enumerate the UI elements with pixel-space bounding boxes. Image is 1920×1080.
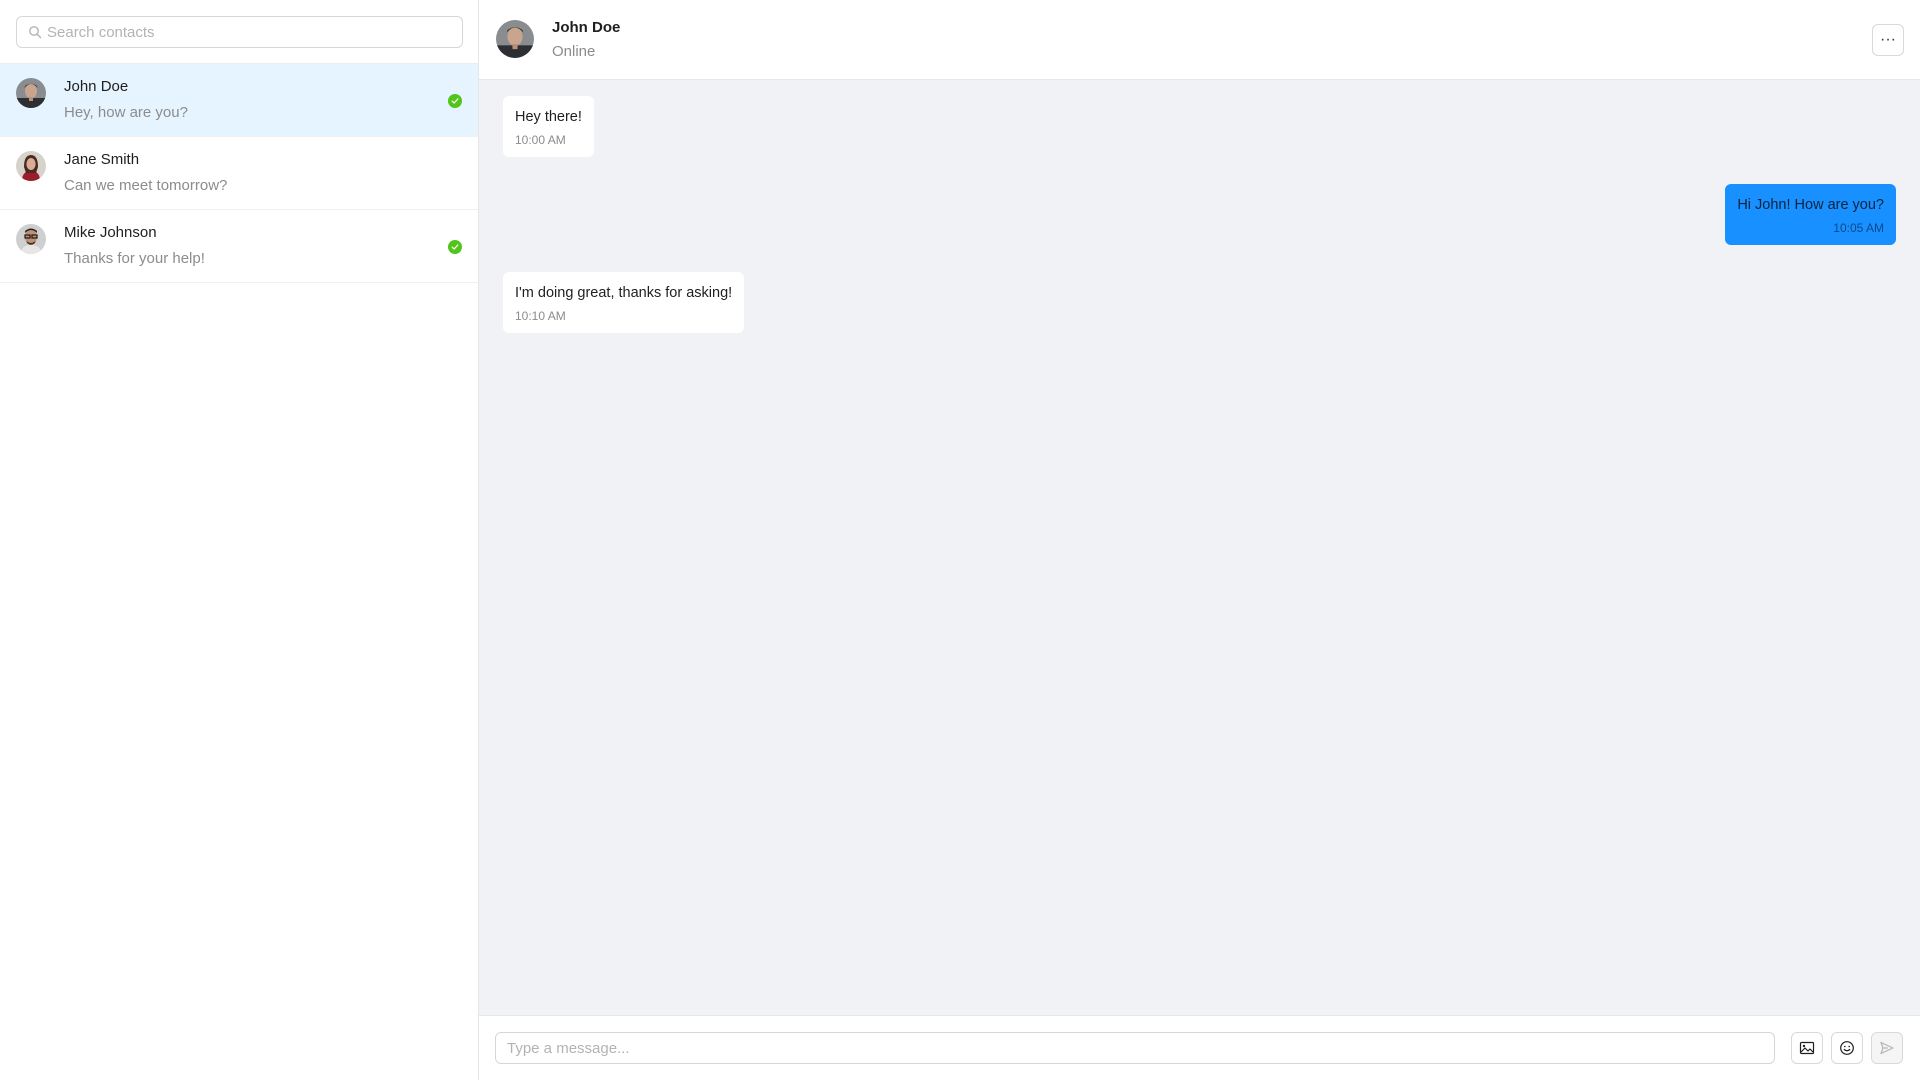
message-bubble-incoming: I'm doing great, thanks for asking! 10:1… [503,272,745,333]
message-bubble-incoming: Hey there! 10:00 AM [503,96,594,157]
more-icon: ··· [1880,31,1896,48]
check-icon [451,244,459,250]
search-box[interactable] [16,16,463,48]
message-time: 10:05 AM [1833,221,1884,235]
contact-name: Jane Smith [64,151,140,168]
contact-preview: Thanks for your help! [64,250,205,267]
chat-header: John Doe Online ··· [479,0,1920,80]
message-time: 10:10 AM [515,309,566,323]
online-status-badge [448,240,462,254]
search-area [0,0,478,64]
contact-item-john-doe[interactable]: John Doe Hey, how are you? [0,64,478,137]
avatar [16,224,46,254]
contact-preview: Hey, how are you? [64,104,188,121]
avatar [16,151,46,181]
contact-info: Jane Smith Can we meet tomorrow? [64,151,227,195]
message-bubble-outgoing: Hi John! How are you? 10:05 AM [1725,184,1896,245]
search-input[interactable] [47,17,452,47]
online-status-badge [448,94,462,108]
message-time: 10:00 AM [515,133,566,147]
check-icon [451,98,459,104]
contact-info: Mike Johnson Thanks for your help! [64,224,205,268]
contact-name: Mike Johnson [64,224,157,241]
message-text: I'm doing great, thanks for asking! [515,285,733,301]
message-input[interactable] [495,1032,1775,1064]
attach-image-button[interactable] [1791,1032,1823,1064]
contact-name: John Doe [64,78,129,95]
message-list: Hey there! 10:00 AM Hi John! How are you… [479,80,1920,1015]
message-composer [479,1015,1920,1080]
send-button[interactable] [1871,1032,1903,1064]
message-text: Hi John! How are you? [1737,197,1884,213]
avatar [16,78,46,108]
contacts-sidebar: John Doe Hey, how are you? Jane Smi [0,0,479,1080]
header-avatar [496,20,534,58]
chat-contact-status: Online [552,43,596,60]
header-info: John Doe Online [552,19,620,61]
more-options-button[interactable]: ··· [1872,24,1904,56]
chat-app: John Doe Hey, how are you? Jane Smi [0,0,1920,1080]
message-text: Hey there! [515,109,582,125]
contact-info: John Doe Hey, how are you? [64,78,188,122]
image-icon [1799,1041,1815,1055]
contact-item-jane-smith[interactable]: Jane Smith Can we meet tomorrow? [0,137,478,210]
contact-preview: Can we meet tomorrow? [64,177,228,194]
chat-panel: John Doe Online ··· Hey there! 10:00 AM … [479,0,1920,1080]
search-icon [29,26,42,39]
send-icon [1880,1041,1894,1055]
smile-icon [1840,1041,1854,1055]
emoji-button[interactable] [1831,1032,1863,1064]
contact-item-mike-johnson[interactable]: Mike Johnson Thanks for your help! [0,210,478,283]
chat-contact-name: John Doe [552,19,621,36]
